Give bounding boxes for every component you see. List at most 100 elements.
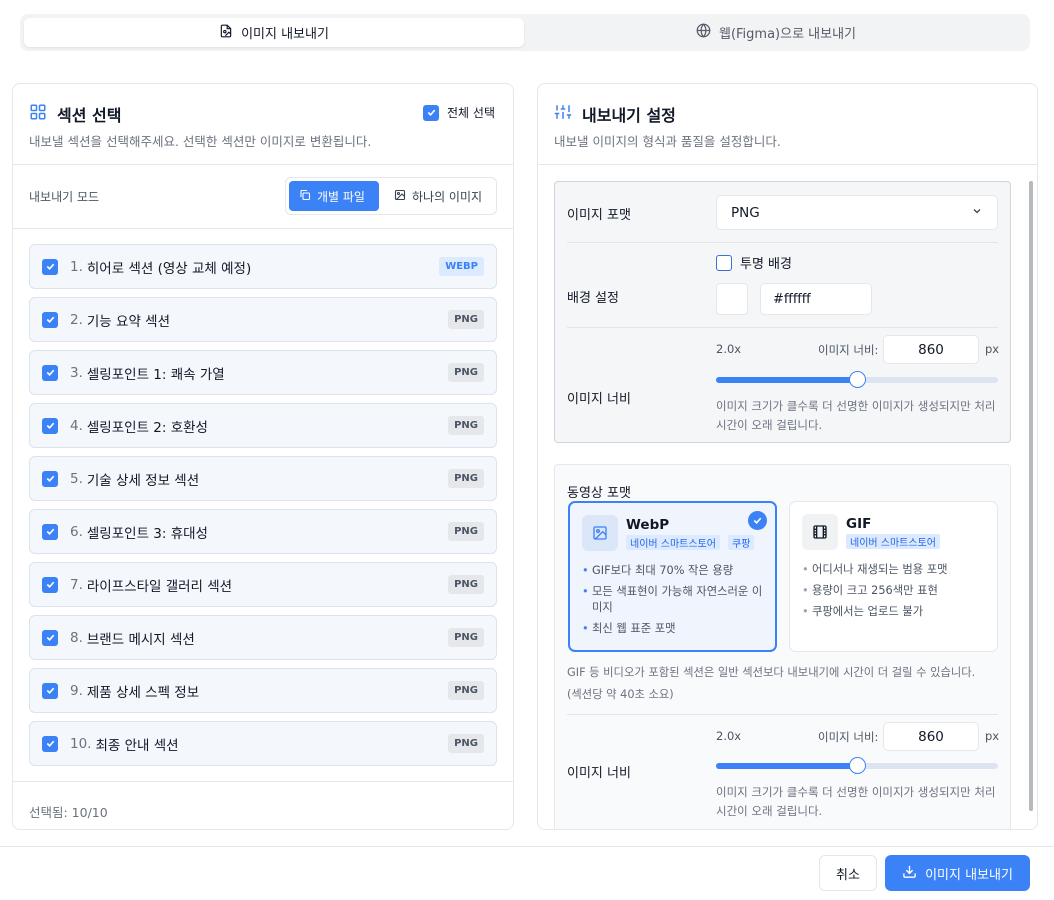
scrollbar[interactable] <box>1029 181 1033 811</box>
checkbox-checked-icon[interactable] <box>42 523 58 540</box>
section-item[interactable]: 3. 셀링포인트 1: 쾌속 가열 PNG <box>29 350 497 395</box>
width-unit: px <box>985 342 1000 356</box>
section-name: 기술 상세 정보 섹션 <box>86 472 200 489</box>
gif-option-card[interactable]: GIF 네이버 스마트스토어 어디서나 재생되는 범용 포맷 용량이 크고 25… <box>789 501 998 652</box>
file-image-icon <box>219 24 233 42</box>
section-number: 7. <box>70 576 83 593</box>
checkbox-checked-icon[interactable] <box>42 629 58 646</box>
divider <box>13 228 513 229</box>
mode-individual-button[interactable]: 개별 파일 <box>289 181 379 211</box>
section-item[interactable]: 8. 브랜드 메시지 섹션 PNG <box>29 615 497 660</box>
width-input-2[interactable]: 860 <box>883 722 979 751</box>
width-help-text-2: 이미지 크기가 클수록 더 선명한 이미지가 생성되지만 처리 시간이 오래 걸… <box>716 783 996 821</box>
chevron-down-icon <box>971 205 983 221</box>
cancel-button[interactable]: 취소 <box>819 855 877 891</box>
section-item[interactable]: 2. 기능 요약 섹션 PNG <box>29 297 497 342</box>
image-width-label-2: 이미지 너비 <box>567 766 631 781</box>
globe-icon <box>696 23 711 42</box>
export-settings-panel: 내보내기 설정 내보낼 이미지의 형식과 품질을 설정합니다. 이미지 포맷 P… <box>537 83 1038 830</box>
copy-icon <box>299 189 311 204</box>
image-icon <box>394 189 406 204</box>
tab-web-export[interactable]: 웹(Figma)으로 내보내기 <box>526 18 1026 47</box>
webp-option-card[interactable]: WebP 네이버 스마트스토어 쿠팡 GIF보다 최대 70% 작은 용량 모든… <box>568 501 777 652</box>
checkbox-checked-icon <box>423 104 440 121</box>
section-number: 4. <box>70 417 83 434</box>
video-settings-box: 동영상 포맷 WebP 네이버 스마트스토어 쿠팡 GIF보다 최대 70% 작… <box>554 464 1011 829</box>
image-format-select[interactable]: PNG <box>716 195 998 230</box>
mode-single-button[interactable]: 하나의 이미지 <box>384 181 494 211</box>
video-note-line: GIF 등 비디오가 포함된 섹션은 일반 섹션보다 내보내기에 시간이 더 걸… <box>567 666 976 679</box>
section-item[interactable]: 5. 기술 상세 정보 섹션 PNG <box>29 456 497 501</box>
checkbox-checked-icon[interactable] <box>42 735 58 752</box>
width-help-text: 이미지 크기가 클수록 더 선명한 이미지가 생성되지만 처리 시간이 오래 걸… <box>716 397 996 435</box>
tab-image-export-label: 이미지 내보내기 <box>241 27 329 42</box>
select-all-label: 전체 선택 <box>447 106 495 120</box>
download-icon <box>902 864 917 883</box>
checkbox-checked-icon[interactable] <box>42 311 58 328</box>
format-badge: PNG <box>448 681 484 700</box>
width-help-line: 이미지 크기가 클수록 더 선명한 이미지가 생성되지만 처리 <box>716 399 996 413</box>
section-number: 8. <box>70 629 83 646</box>
bg-color-input[interactable]: #ffffff <box>760 283 872 315</box>
export-type-tabs: 이미지 내보내기 웹(Figma)으로 내보내기 <box>20 14 1030 51</box>
slider-fill <box>716 763 857 769</box>
feature-item: 모든 색표현이 가능해 자연스러운 이미지 <box>582 584 767 616</box>
width-input[interactable]: 860 <box>883 335 979 364</box>
background-label: 배경 설정 <box>567 291 619 306</box>
section-list: 1. 히어로 섹션 (영상 교체 예정) WEBP 2. 기능 요약 섹션 PN… <box>29 244 497 774</box>
image-format-label: 이미지 포맷 <box>567 208 631 223</box>
gif-features: 어디서나 재생되는 범용 포맷 용량이 크고 256색만 표현 쿠팡에서는 업로… <box>802 562 987 625</box>
checkbox-checked-icon[interactable] <box>42 576 58 593</box>
color-swatch[interactable] <box>716 283 748 315</box>
export-mode-toggle: 개별 파일 하나의 이미지 <box>285 177 497 215</box>
webp-title: WebP <box>626 517 670 533</box>
slider-thumb[interactable] <box>849 371 866 388</box>
section-number: 9. <box>70 682 83 699</box>
format-badge: PNG <box>448 734 484 753</box>
transparent-bg-checkbox[interactable]: 투명 배경 <box>716 253 792 272</box>
image-format-value: PNG <box>731 204 760 221</box>
tab-image-export[interactable]: 이미지 내보내기 <box>24 18 524 47</box>
export-button[interactable]: 이미지 내보내기 <box>885 855 1030 891</box>
checkbox-checked-icon[interactable] <box>42 258 58 275</box>
section-item[interactable]: 1. 히어로 섹션 (영상 교체 예정) WEBP <box>29 244 497 289</box>
checkbox-checked-icon[interactable] <box>42 417 58 434</box>
gif-title: GIF <box>846 516 872 532</box>
section-item[interactable]: 10. 최종 안내 섹션 PNG <box>29 721 497 766</box>
image-settings-box: 이미지 포맷 PNG 배경 설정 투명 배경 #ffffff 이미지 너비 2.… <box>554 181 1011 443</box>
slider-fill <box>716 377 857 383</box>
format-badge: PNG <box>448 628 484 647</box>
section-item[interactable]: 9. 제품 상세 스펙 정보 PNG <box>29 668 497 713</box>
export-settings-title: 내보내기 설정 <box>554 102 676 126</box>
section-number: 2. <box>70 311 83 328</box>
checkbox-checked-icon[interactable] <box>42 682 58 699</box>
selected-count: 선택됨: 10/10 <box>29 805 108 820</box>
section-item[interactable]: 7. 라이프스타일 갤러리 섹션 PNG <box>29 562 497 607</box>
select-all-checkbox[interactable]: 전체 선택 <box>423 104 495 121</box>
section-select-title-text: 섹션 선택 <box>57 106 122 125</box>
section-name: 히어로 섹션 (영상 교체 예정) <box>86 260 252 277</box>
section-name: 셀링포인트 3: 휴대성 <box>86 525 208 542</box>
width-slider-2[interactable] <box>716 757 998 774</box>
section-item[interactable]: 6. 셀링포인트 3: 휴대성 PNG <box>29 509 497 554</box>
checkbox-checked-icon[interactable] <box>42 470 58 487</box>
checkbox-checked-icon[interactable] <box>42 364 58 381</box>
width-slider[interactable] <box>716 371 998 388</box>
width-help-line: 시간이 오래 걸립니다. <box>716 804 823 818</box>
section-item[interactable]: 4. 셀링포인트 2: 호환성 PNG <box>29 403 497 448</box>
grid-icon <box>29 103 47 125</box>
feature-item: 최신 웹 표준 포맷 <box>582 621 767 637</box>
width-field-label-2: 이미지 너비: <box>818 730 879 744</box>
video-format-label: 동영상 포맷 <box>567 486 631 501</box>
export-settings-description: 내보낼 이미지의 형식과 품질을 설정합니다. <box>554 134 781 149</box>
image-width-label: 이미지 너비 <box>567 392 631 407</box>
format-badge: PNG <box>448 522 484 541</box>
export-mode-label: 내보내기 모드 <box>29 190 100 204</box>
width-unit-2: px <box>985 729 1000 743</box>
section-number: 3. <box>70 364 83 381</box>
export-button-label: 이미지 내보내기 <box>925 867 1013 883</box>
section-select-panel: 섹션 선택 전체 선택 내보낼 섹션을 선택해주세요. 선택한 섹션만 이미지로… <box>12 83 514 830</box>
format-badge: WEBP <box>439 257 484 276</box>
tab-web-export-label: 웹(Figma)으로 내보내기 <box>718 27 857 42</box>
slider-thumb[interactable] <box>849 757 866 774</box>
